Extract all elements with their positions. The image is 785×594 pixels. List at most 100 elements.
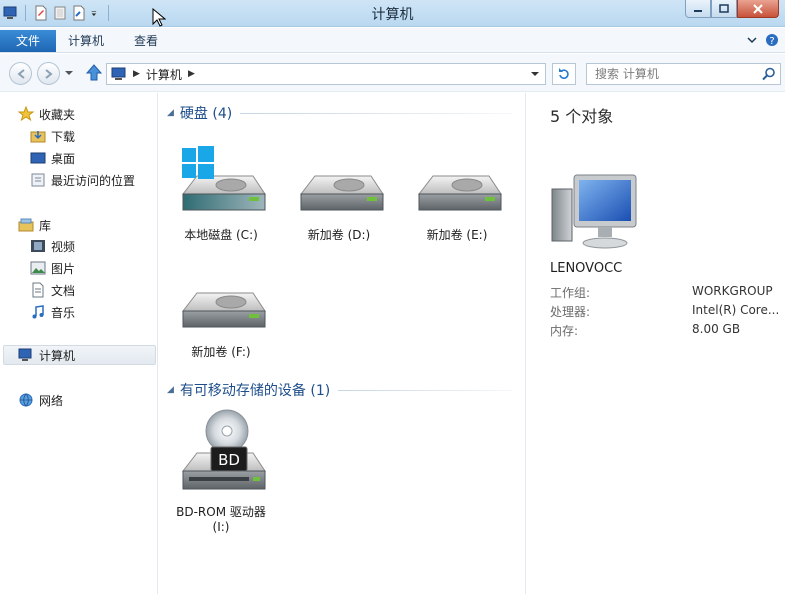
- nav-item-label: 下载: [51, 129, 76, 144]
- nav-item-recent-places[interactable]: 最近访问的位置: [30, 170, 135, 190]
- forward-button[interactable]: [37, 62, 60, 85]
- window-controls: [685, 0, 779, 18]
- nav-network[interactable]: 网络: [18, 390, 63, 410]
- recent-locations-dropdown-icon[interactable]: [64, 68, 74, 78]
- maximize-button[interactable]: [711, 0, 737, 18]
- system-drive-icon: [181, 146, 266, 211]
- documents-icon: [32, 282, 44, 298]
- collapse-triangle-icon[interactable]: ◢: [167, 385, 174, 395]
- toolbar-separator: [108, 5, 109, 21]
- refresh-icon: [559, 68, 569, 79]
- nav-item-label: 图片: [51, 261, 76, 276]
- nav-network-label: 网络: [39, 393, 64, 408]
- computer-small-icon[interactable]: [3, 5, 17, 21]
- drive-c[interactable]: 本地磁盘 (C:): [166, 146, 276, 243]
- close-icon: [753, 3, 763, 14]
- desktop-icon: [30, 152, 46, 164]
- ribbon-tabs: 文件 计算机 查看 ?: [0, 28, 785, 53]
- drive-f[interactable]: 新加卷 (F:): [166, 263, 276, 360]
- drive-letter: (I:): [212, 520, 230, 534]
- group-header-removable[interactable]: ◢ 有可移动存储的设备 (1): [167, 380, 512, 400]
- breadcrumb-separator[interactable]: ▶: [188, 69, 195, 79]
- group-header-hard-disks[interactable]: ◢ 硬盘 (4): [167, 103, 512, 123]
- mouse-cursor-icon: [152, 8, 166, 27]
- group-header-label: 有可移动存储的设备 (1): [179, 383, 331, 399]
- nav-item-label: 视频: [51, 239, 76, 254]
- back-button[interactable]: [9, 62, 32, 85]
- drive-label: 新加卷 (F:): [191, 345, 251, 359]
- nav-favorites-label: 收藏夹: [39, 107, 76, 122]
- star-icon: [18, 106, 34, 122]
- computer-icon: [18, 348, 32, 361]
- tab-computer[interactable]: 计算机: [56, 30, 116, 52]
- hard-drive-icon: [181, 292, 266, 328]
- bd-badge: BD: [218, 451, 240, 469]
- group-header-label: 硬盘 (4): [179, 106, 233, 122]
- title-bar: 计算机: [0, 0, 785, 27]
- drive-label: 本地磁盘 (C:): [184, 228, 258, 242]
- search-icon[interactable]: [762, 67, 776, 81]
- svg-text:?: ?: [769, 36, 774, 47]
- expand-ribbon-icon[interactable]: [747, 35, 757, 45]
- nav-item-downloads[interactable]: 下载: [30, 126, 75, 146]
- drive-d[interactable]: 新加卷 (D:): [284, 146, 394, 243]
- drive-label: 新加卷 (D:): [307, 228, 371, 242]
- content-pane: ◢ 硬盘 (4) 本地磁盘 (C:) 新加卷 (D:) 新加卷 (E:) 新加卷…: [159, 93, 524, 594]
- nav-computer[interactable]: 计算机: [3, 345, 156, 365]
- toolbar-separator: [25, 5, 26, 21]
- address-bar[interactable]: ▶ 计算机 ▶: [106, 63, 546, 85]
- nav-item-videos[interactable]: 视频: [30, 236, 75, 256]
- search-input[interactable]: [587, 64, 752, 84]
- new-folder-icon[interactable]: [53, 5, 67, 21]
- drive-label: BD-ROM 驱动器: [176, 505, 266, 519]
- breadcrumb-separator[interactable]: ▶: [133, 69, 140, 79]
- tab-view[interactable]: 查看: [122, 30, 170, 52]
- minimize-button[interactable]: [685, 0, 711, 18]
- network-icon: [19, 393, 33, 407]
- address-toolbar: ▶ 计算机 ▶: [0, 54, 785, 92]
- pictures-icon: [30, 261, 46, 275]
- collapse-triangle-icon[interactable]: ◢: [167, 108, 174, 118]
- rename-icon[interactable]: [72, 5, 86, 21]
- search-box[interactable]: [586, 63, 781, 85]
- nav-libraries-label: 库: [39, 218, 52, 233]
- navigation-pane: 收藏夹 下载 桌面 最近访问的位置 库 视频 图片 文档 音乐 计算机 网络: [0, 93, 158, 594]
- drive-e[interactable]: 新加卷 (E:): [402, 146, 512, 243]
- prop-value-workgroup: WORKGROUP: [692, 284, 773, 298]
- nav-item-label: 最近访问的位置: [51, 173, 136, 188]
- properties-icon[interactable]: [34, 5, 48, 21]
- customize-toolbar-dropdown-icon[interactable]: [91, 5, 100, 21]
- nav-favorites[interactable]: 收藏夹: [18, 104, 75, 124]
- hard-drive-icon: [417, 175, 502, 211]
- nav-computer-label: 计算机: [39, 348, 76, 363]
- downloads-folder-icon: [30, 131, 46, 143]
- help-icon[interactable]: ?: [765, 33, 779, 47]
- computer-small-icon: [111, 67, 126, 80]
- nav-item-music[interactable]: 音乐: [30, 302, 75, 322]
- music-icon: [32, 305, 44, 319]
- computer-name: LENOVOCC: [550, 261, 623, 276]
- drive-bd-rom[interactable]: BD BD-ROM 驱动器 (I:): [166, 409, 276, 535]
- recent-places-icon: [31, 173, 45, 187]
- nav-item-documents[interactable]: 文档: [30, 280, 75, 300]
- forward-arrow-icon: [44, 68, 53, 79]
- breadcrumb-computer[interactable]: 计算机: [146, 66, 182, 83]
- nav-item-label: 文档: [51, 283, 76, 298]
- tab-file[interactable]: 文件: [0, 30, 56, 52]
- up-arrow-icon[interactable]: [84, 63, 104, 83]
- object-count: 5 个对象: [550, 107, 614, 126]
- window-title: 计算机: [371, 7, 414, 23]
- nav-item-pictures[interactable]: 图片: [30, 258, 75, 278]
- drive-label: 新加卷 (E:): [426, 228, 488, 242]
- prop-label-memory: 内存:: [550, 324, 579, 338]
- nav-libraries[interactable]: 库: [18, 215, 51, 235]
- address-dropdown-icon[interactable]: [529, 68, 541, 80]
- minimize-icon: [694, 9, 702, 12]
- close-button[interactable]: [737, 0, 779, 18]
- hard-drive-icon: [299, 175, 384, 211]
- ribbon-controls: ?: [747, 33, 779, 47]
- back-arrow-icon: [16, 68, 25, 79]
- refresh-button[interactable]: [552, 63, 576, 85]
- prop-value-processor: Intel(R) Core...: [692, 303, 780, 317]
- nav-item-desktop[interactable]: 桌面: [30, 148, 75, 168]
